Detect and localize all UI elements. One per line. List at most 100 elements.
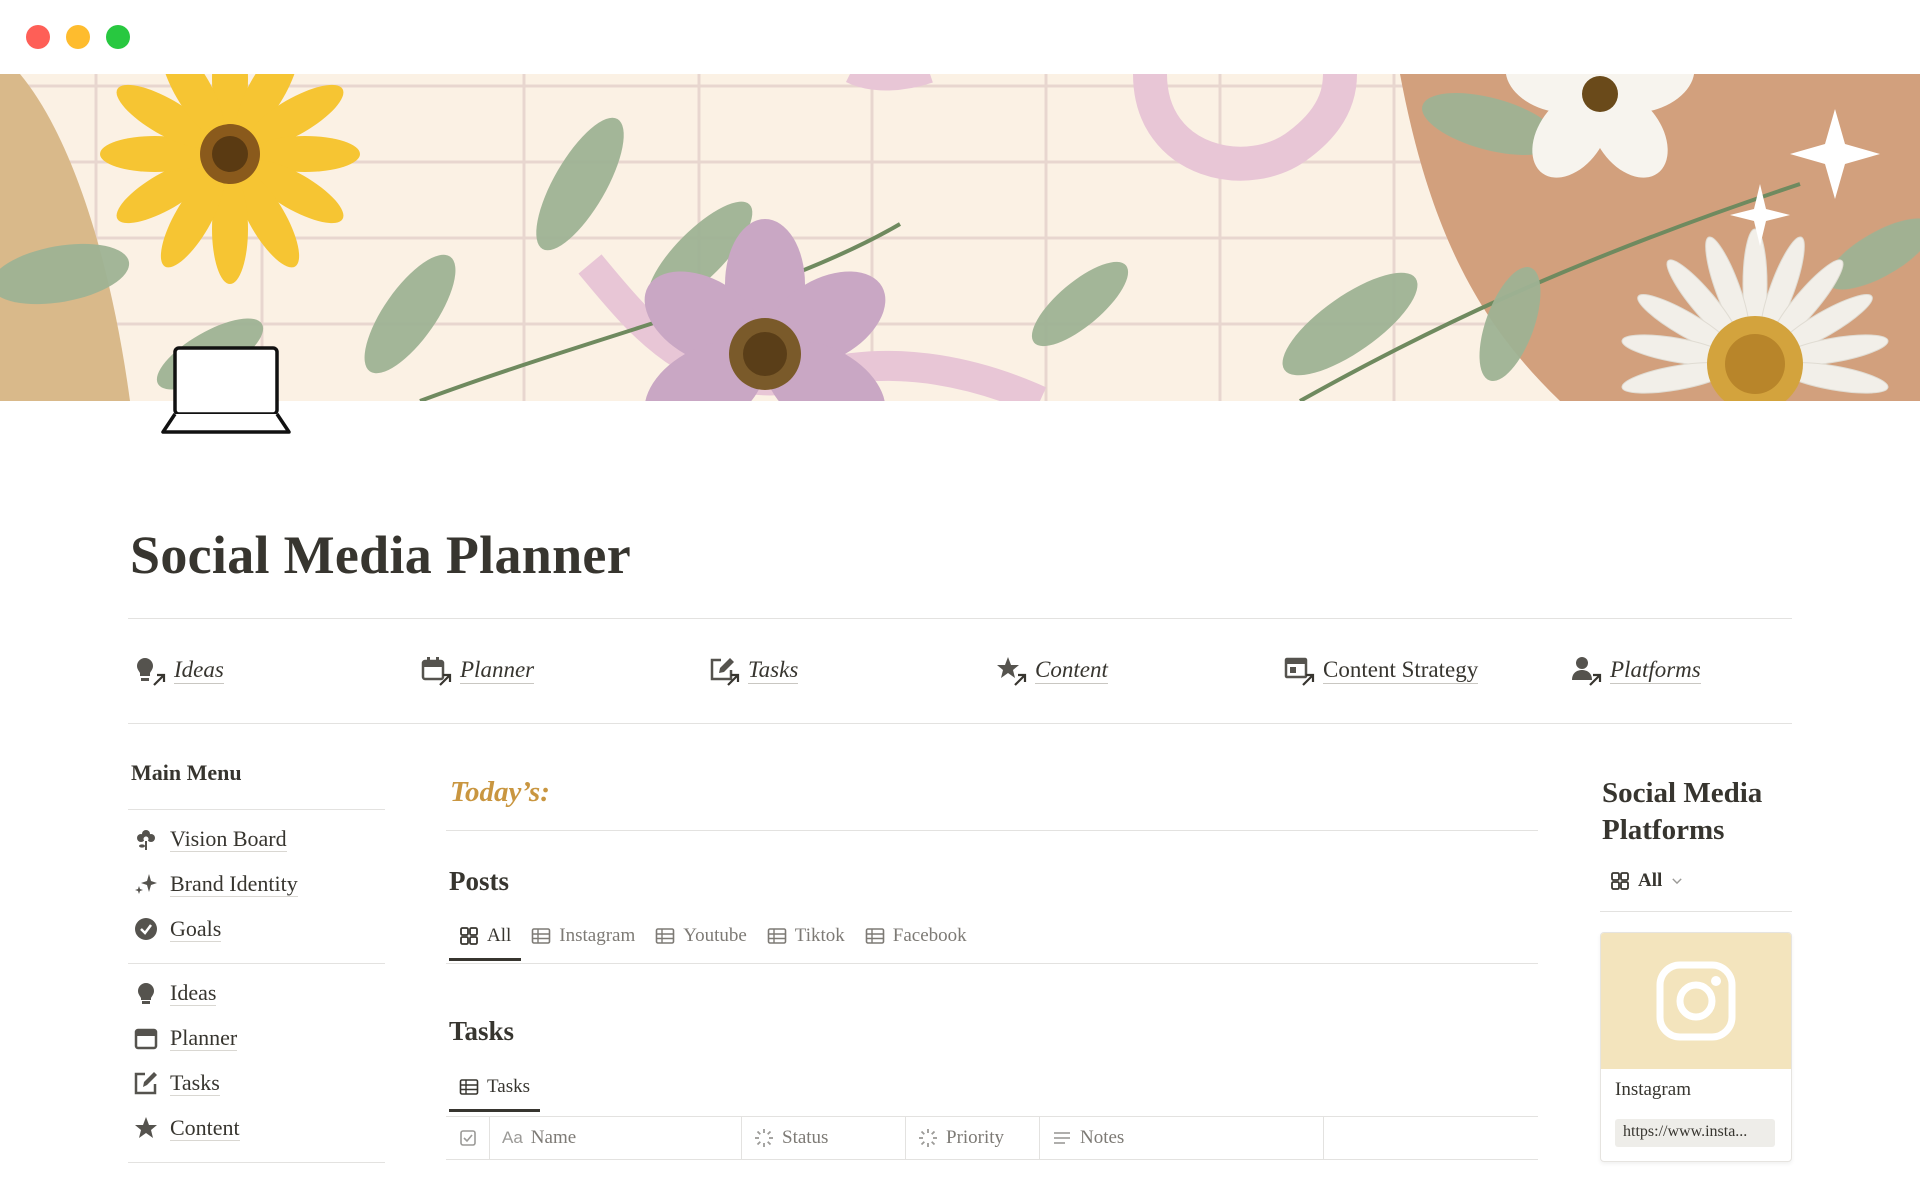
menu-item-label: Goals — [170, 916, 222, 942]
tab-label: Tasks — [487, 1076, 531, 1097]
nav-link-label: Content — [1035, 656, 1108, 684]
menu-item-goals[interactable]: Goals — [134, 913, 222, 945]
edit-icon — [708, 655, 740, 686]
tab-facebook[interactable]: Facebook — [855, 914, 977, 958]
tab-label: Youtube — [683, 925, 747, 946]
menu-item-label: Ideas — [170, 980, 217, 1006]
posts-view-tabs: All Instagram Youtube Tiktok Facebook — [449, 914, 977, 961]
layout-icon — [1283, 655, 1315, 686]
calendar-icon — [134, 1028, 158, 1050]
tasks-view-tabs: Tasks — [449, 1065, 541, 1112]
column-label: Notes — [1080, 1127, 1125, 1148]
chevron-down-icon — [1672, 878, 1682, 885]
menu-item-planner[interactable]: Planner — [134, 1022, 238, 1054]
column-header-status[interactable]: Status — [742, 1117, 906, 1159]
gallery-icon — [460, 927, 478, 945]
select-all-checkbox[interactable] — [446, 1117, 490, 1159]
divider — [128, 809, 385, 810]
card-url-link[interactable]: https://www.insta... — [1615, 1119, 1775, 1147]
close-window-button[interactable] — [26, 25, 50, 49]
user-icon — [1570, 655, 1602, 686]
nav-link-label: Tasks — [748, 656, 799, 684]
menu-item-content[interactable]: Content — [134, 1112, 240, 1144]
column-label: Name — [530, 1127, 577, 1148]
table-icon — [767, 928, 787, 944]
card-title: Instagram — [1615, 1079, 1691, 1100]
table-icon — [531, 928, 551, 944]
menu-item-label: Tasks — [170, 1070, 220, 1096]
todays-heading: Today’s: — [450, 776, 550, 808]
column-header-priority[interactable]: Priority — [906, 1117, 1040, 1159]
table-icon — [655, 928, 675, 944]
nav-link-content[interactable]: Content — [995, 650, 1108, 690]
lightbulb-icon — [138, 983, 154, 1004]
tab-label: Facebook — [892, 925, 967, 946]
view-selector-all[interactable]: All — [1610, 870, 1684, 892]
gallery-icon — [1611, 872, 1629, 890]
posts-title: Posts — [449, 866, 509, 896]
table-icon — [459, 1079, 479, 1095]
tab-instagram[interactable]: Instagram — [521, 914, 645, 958]
table-icon — [865, 928, 885, 944]
tab-label: Instagram — [559, 925, 636, 946]
star-icon — [995, 655, 1027, 686]
menu-item-brand-identity[interactable]: Brand Identity — [134, 868, 298, 900]
menu-item-label: Brand Identity — [170, 871, 298, 897]
menu-item-label: Content — [170, 1115, 240, 1141]
menu-item-vision-board[interactable]: Vision Board — [134, 823, 287, 855]
lightbulb-icon — [134, 655, 166, 686]
column-label: Priority — [946, 1127, 1005, 1148]
nav-link-platforms[interactable]: Platforms — [1570, 650, 1701, 690]
menu-item-ideas[interactable]: Ideas — [134, 977, 217, 1009]
main-menu-title: Main Menu — [131, 760, 242, 785]
card-cover — [1601, 933, 1791, 1069]
tasks-title: Tasks — [449, 1016, 515, 1046]
nav-link-planner[interactable]: Planner — [420, 650, 535, 690]
window-titlebar — [0, 0, 1920, 74]
menu-item-tasks[interactable]: Tasks — [134, 1067, 220, 1099]
column-header-notes[interactable]: Notes — [1040, 1117, 1324, 1159]
platform-card-instagram[interactable]: Instagram https://www.insta... — [1600, 932, 1792, 1162]
tab-label: Tiktok — [794, 925, 845, 946]
nav-link-label: Platforms — [1610, 656, 1701, 684]
checkbox-icon — [460, 1130, 476, 1146]
nav-link-tasks[interactable]: Tasks — [708, 650, 799, 690]
divider — [128, 618, 1792, 619]
divider — [128, 723, 1792, 724]
view-label: All — [1638, 870, 1663, 891]
tab-tiktok[interactable]: Tiktok — [757, 914, 855, 958]
divider — [128, 1162, 385, 1163]
nav-link-label: Planner — [460, 656, 535, 684]
nav-link-ideas[interactable]: Ideas — [134, 650, 224, 690]
divider — [128, 963, 385, 964]
laptop-icon[interactable] — [160, 344, 292, 436]
tasks-table-header: Aa Name Status Priority Notes — [446, 1116, 1538, 1160]
tab-all[interactable]: All — [449, 914, 522, 961]
tab-tasks[interactable]: Tasks — [449, 1065, 541, 1112]
tab-youtube[interactable]: Youtube — [645, 914, 757, 958]
top-navigation: Ideas Planner Tasks Content Content Stra… — [128, 650, 1792, 690]
status-icon — [755, 1129, 773, 1147]
star-icon — [135, 1117, 157, 1138]
calendar-icon — [420, 655, 452, 686]
sparkles-icon — [135, 874, 157, 894]
nav-link-content-strategy[interactable]: Content Strategy — [1283, 650, 1479, 690]
column-header-name[interactable]: Aa Name — [490, 1117, 742, 1159]
platforms-title: Social Media Platforms — [1602, 777, 1763, 846]
page-title[interactable]: Social Media Planner — [130, 524, 631, 586]
flower-icon — [137, 830, 155, 850]
divider — [446, 830, 1538, 831]
nav-link-label: Ideas — [174, 656, 224, 684]
status-icon — [919, 1129, 937, 1147]
minimize-window-button[interactable] — [66, 25, 90, 49]
edit-icon — [134, 1072, 157, 1095]
text-type-icon: Aa — [502, 1128, 523, 1147]
divider — [446, 963, 1538, 964]
divider — [1600, 911, 1792, 912]
menu-item-label: Vision Board — [170, 826, 287, 852]
check-circle-icon — [135, 918, 157, 940]
text-lines-icon — [1054, 1132, 1070, 1144]
menu-item-label: Planner — [170, 1025, 238, 1051]
maximize-window-button[interactable] — [106, 25, 130, 49]
instagram-icon — [1656, 961, 1736, 1041]
